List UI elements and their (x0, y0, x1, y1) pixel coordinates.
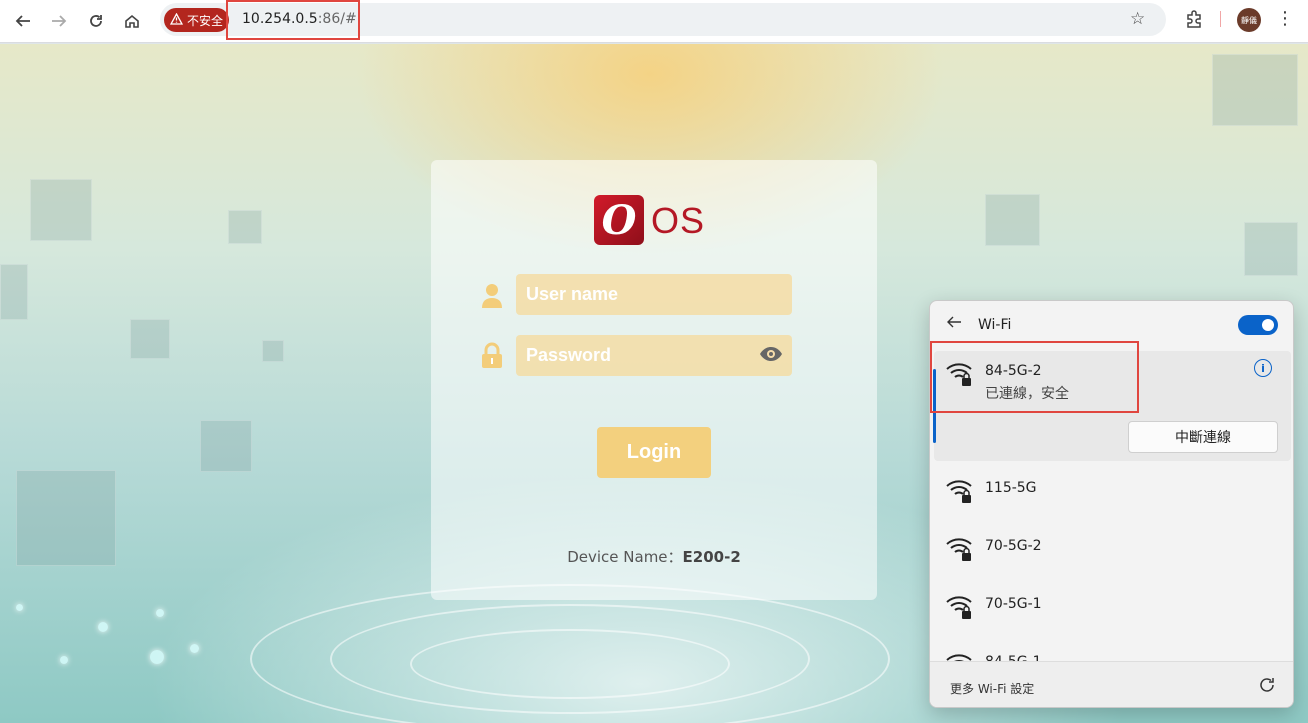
security-chip[interactable]: 不安全 (164, 8, 230, 32)
browser-toolbar: 不安全 10.254.0.5:86/# ☆ 靜儀 ⋮ (0, 0, 1308, 43)
username-input[interactable] (516, 274, 792, 315)
wifi-title: Wi-Fi (978, 317, 1012, 333)
url-highlight-box (226, 0, 360, 40)
bg-dot (190, 644, 199, 653)
avatar[interactable]: 靜儀 (1237, 8, 1261, 32)
more-wifi-settings-link[interactable]: 更多 Wi-Fi 設定 (950, 680, 1034, 697)
wifi-panel: Wi-Fi 84-5G-2 已連線，安全 i 中斷連線 115-5G 70-5G… (929, 300, 1294, 708)
lock-icon (480, 342, 504, 370)
logo-mark: O (594, 195, 644, 245)
logo-text: OS (651, 200, 706, 241)
info-icon[interactable]: i (1254, 359, 1272, 377)
bg-tile (1244, 222, 1298, 276)
device-name-value: E200-2 (682, 548, 741, 566)
network-highlight-box (930, 341, 1139, 413)
network-name: 70-5G-1 (985, 596, 1042, 612)
forward-icon[interactable] (44, 6, 74, 36)
reload-icon[interactable] (81, 6, 111, 36)
refresh-icon[interactable] (1258, 676, 1276, 699)
network-item[interactable]: 70-5G-1 (930, 592, 1293, 650)
bg-tile (200, 420, 252, 472)
disconnect-button[interactable]: 中斷連線 (1128, 421, 1278, 453)
extensions-icon[interactable] (1183, 8, 1205, 30)
network-item[interactable]: 70-5G-2 (930, 534, 1293, 592)
bg-dot (156, 609, 164, 617)
bg-tile (16, 470, 116, 566)
password-input[interactable] (516, 335, 749, 376)
back-arrow-icon[interactable] (946, 314, 962, 334)
network-item[interactable]: 115-5G (930, 476, 1293, 534)
wifi-secure-icon (945, 592, 975, 622)
bg-dot (16, 604, 23, 611)
bg-tile (130, 319, 170, 359)
network-name: 115-5G (985, 480, 1037, 496)
menu-icon[interactable]: ⋮ (1276, 8, 1294, 29)
bg-tile (1212, 54, 1298, 126)
device-name-label: Device Name： (567, 548, 683, 566)
login-card: O OS Login Device Name：E200-2 (431, 160, 877, 600)
network-name: 70-5G-2 (985, 538, 1042, 554)
wifi-secure-icon (945, 476, 975, 506)
wifi-toggle[interactable] (1238, 315, 1278, 335)
warning-icon (169, 12, 184, 28)
bg-dot (60, 656, 68, 664)
wifi-footer: 更多 Wi-Fi 設定 (930, 661, 1293, 707)
bg-tile (228, 210, 262, 244)
bg-tile (30, 179, 92, 241)
user-icon (480, 282, 504, 310)
show-password-button[interactable] (749, 335, 792, 376)
login-button[interactable]: Login (597, 427, 711, 478)
bg-tile (0, 264, 28, 320)
bg-dot (98, 622, 108, 632)
security-label: 不安全 (187, 13, 224, 28)
device-name-line: Device Name：E200-2 (431, 546, 877, 567)
star-icon[interactable]: ☆ (1130, 9, 1145, 29)
bg-tile (985, 194, 1040, 246)
home-icon[interactable] (117, 6, 147, 36)
toolbar-separator (1220, 11, 1221, 27)
wifi-secure-icon (945, 534, 975, 564)
bg-dot (150, 650, 164, 664)
bg-arc (410, 629, 730, 699)
back-icon[interactable] (8, 6, 38, 36)
eye-icon (759, 346, 783, 366)
bg-tile (262, 340, 284, 362)
